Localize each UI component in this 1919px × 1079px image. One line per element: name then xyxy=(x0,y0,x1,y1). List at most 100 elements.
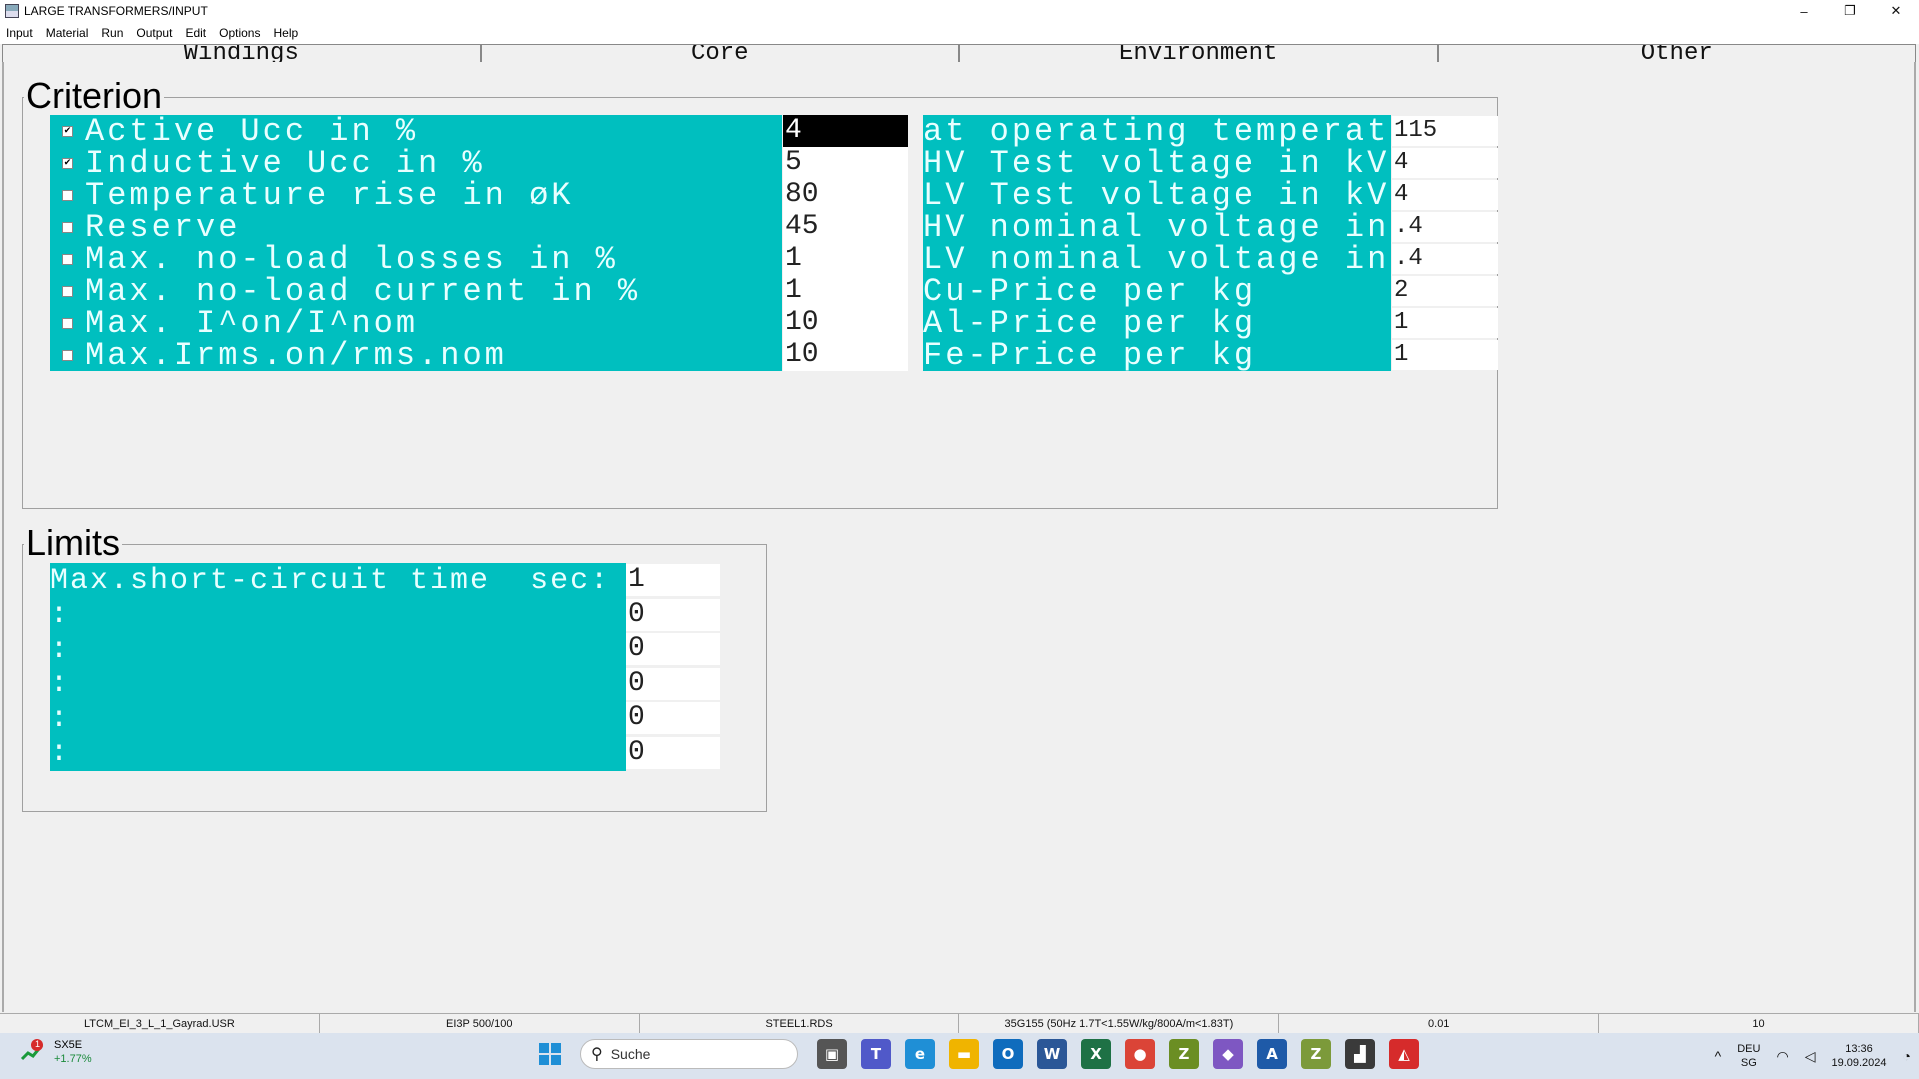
status-core-type: EI3P 500/100 xyxy=(320,1014,640,1033)
taskbar-apps: ⚲ Suche ▣ Te ▬ O W X ● Z ◆ A Z ▟ ◭ xyxy=(528,1039,1426,1069)
stock-widget[interactable]: 1 SX5E +1.77% xyxy=(20,1038,92,1066)
criterion-value-input[interactable]: 45 xyxy=(783,211,908,243)
criterion-value-input[interactable]: 4 xyxy=(783,115,908,147)
z-app-icon[interactable]: Z xyxy=(1169,1039,1199,1069)
limit-label: : xyxy=(50,736,71,770)
edge-icon[interactable]: e xyxy=(905,1039,935,1069)
limit-value-input[interactable]: 1 xyxy=(626,564,720,596)
limit-label: : xyxy=(50,667,71,701)
clock[interactable]: 13:36 19.09.2024 xyxy=(1831,1042,1886,1070)
limit-row: : xyxy=(50,701,626,736)
window-title: LARGE TRANSFORMERS/INPUT xyxy=(24,4,208,18)
clock-time: 13:36 xyxy=(1845,1043,1873,1055)
parameter-value-input[interactable]: 115 xyxy=(1392,116,1498,146)
limit-value-input[interactable]: 0 xyxy=(626,736,720,769)
minimize-button[interactable]: – xyxy=(1781,0,1827,22)
maximize-button[interactable]: ❐ xyxy=(1827,0,1873,22)
limit-value-input[interactable]: 0 xyxy=(626,633,720,665)
limit-label: : xyxy=(50,632,71,667)
parameter-row: Al-Price per kg xyxy=(923,305,1391,342)
criterion-value-input[interactable]: 10 xyxy=(783,307,908,339)
criterion-checkbox[interactable] xyxy=(62,253,73,265)
parameter-value-input[interactable]: 1 xyxy=(1392,308,1498,338)
a-app-icon[interactable]: A xyxy=(1257,1039,1287,1069)
teams-icon[interactable]: T xyxy=(861,1039,891,1069)
menu-options[interactable]: Options xyxy=(219,26,260,40)
criterion-row: Max.Irms.on/rms.nom xyxy=(50,336,782,374)
limit-value-input[interactable]: 0 xyxy=(626,598,720,631)
criterion-checkbox[interactable]: ✔ xyxy=(62,125,73,137)
excel-icon[interactable]: X xyxy=(1081,1039,1111,1069)
criterion-checkbox[interactable] xyxy=(62,189,73,201)
parameter-row: LV Test voltage in kV xyxy=(923,177,1391,214)
criterion-row: Max. no-load current in % xyxy=(50,273,782,310)
title-bar: LARGE TRANSFORMERS/INPUT – ❐ ✕ xyxy=(0,0,1919,22)
z-app-2-icon[interactable]: Z xyxy=(1301,1039,1331,1069)
search-placeholder: Suche xyxy=(610,1046,651,1062)
criterion-row: Temperature rise in øK xyxy=(50,177,782,214)
parameter-value-input[interactable]: 2 xyxy=(1392,276,1498,306)
windows-start-icon[interactable] xyxy=(535,1039,565,1069)
acrobat-icon[interactable]: ◭ xyxy=(1389,1039,1419,1069)
criterion-row: ✔ Active Ucc in % xyxy=(50,113,782,150)
criterion-checkbox[interactable] xyxy=(62,349,73,361)
limit-row: : xyxy=(50,597,626,633)
limit-label: : xyxy=(50,701,71,736)
parameter-value-input[interactable]: 4 xyxy=(1392,148,1498,178)
criterion-checkbox[interactable] xyxy=(62,285,73,297)
transformers-app-icon[interactable]: ▟ xyxy=(1345,1039,1375,1069)
limit-row: : xyxy=(50,735,626,771)
menu-material[interactable]: Material xyxy=(46,26,89,40)
file-explorer-icon[interactable]: ▬ xyxy=(949,1039,979,1069)
menu-input[interactable]: Input xyxy=(6,26,33,40)
limit-row: : xyxy=(50,632,626,667)
limit-value-input[interactable]: 0 xyxy=(626,702,720,734)
outlook-icon[interactable]: O xyxy=(993,1039,1023,1069)
chrome-icon[interactable]: ● xyxy=(1125,1039,1155,1069)
parameter-label: Fe-Price per kg xyxy=(923,336,1257,374)
criterion-checkbox[interactable] xyxy=(62,221,73,233)
criterion-value-input[interactable]: 1 xyxy=(783,243,908,275)
parameter-value-input[interactable]: .4 xyxy=(1392,212,1498,242)
status-user-file: LTCM_EI_3_L_1_Gayrad.USR xyxy=(0,1014,320,1033)
volume-icon[interactable]: ◁ xyxy=(1805,1049,1816,1063)
taskbar-search[interactable]: ⚲ Suche xyxy=(580,1039,798,1069)
wifi-icon[interactable]: ◠ xyxy=(1776,1049,1788,1063)
menu-run[interactable]: Run xyxy=(101,26,123,40)
criterion-title: Criterion xyxy=(24,75,165,116)
parameter-value-input[interactable]: .4 xyxy=(1392,244,1498,274)
criterion-row: ✔ Inductive Ucc in % xyxy=(50,145,782,182)
tab-other[interactable]: Other xyxy=(1437,44,1916,62)
criterion-checkbox[interactable]: ✔ xyxy=(62,157,73,169)
word-icon[interactable]: W xyxy=(1037,1039,1067,1069)
limit-value-input[interactable]: 0 xyxy=(626,667,720,700)
menu-bar: Input Material Run Output Edit Options H… xyxy=(0,22,1919,44)
parameter-value-input[interactable]: 4 xyxy=(1392,180,1498,210)
criterion-value-input[interactable]: 1 xyxy=(783,275,908,307)
status-steel-file: STEEL1.RDS xyxy=(640,1014,960,1033)
menu-help[interactable]: Help xyxy=(273,26,298,40)
main-panel: Criterion ✔ Active Ucc in % 4 ✔ Inductive Uc… xyxy=(2,62,1916,1012)
visual-studio-icon[interactable]: ◆ xyxy=(1213,1039,1243,1069)
lang-layout: SG xyxy=(1740,1057,1757,1069)
criterion-checkbox[interactable] xyxy=(62,317,73,329)
app-icon xyxy=(5,4,19,18)
tab-core[interactable]: Core xyxy=(480,44,959,62)
tab-environment[interactable]: Environment xyxy=(959,44,1438,62)
stock-change: +1.77% xyxy=(54,1053,92,1065)
tab-windings[interactable]: Windings xyxy=(2,44,481,62)
criterion-value-input[interactable]: 10 xyxy=(783,339,908,371)
criterion-label: Max.Irms.on/rms.nom xyxy=(85,336,507,374)
notification-bell-icon[interactable]: ◔ xyxy=(1903,1049,1911,1063)
close-button[interactable]: ✕ xyxy=(1873,0,1919,22)
menu-output[interactable]: Output xyxy=(136,26,172,40)
menu-edit[interactable]: Edit xyxy=(185,26,206,40)
task-view-icon[interactable]: ▣ xyxy=(817,1039,847,1069)
language-indicator[interactable]: DEU SG xyxy=(1737,1042,1760,1070)
status-value-2: 10 xyxy=(1599,1014,1919,1033)
parameter-value-input[interactable]: 1 xyxy=(1392,340,1498,370)
tray-chevron-icon[interactable]: ^ xyxy=(1715,1049,1722,1063)
criterion-value-input[interactable]: 5 xyxy=(783,147,908,179)
system-tray: ^ DEU SG ◠ ◁ 13:36 19.09.2024 ◔ xyxy=(1707,1033,1919,1079)
criterion-value-input[interactable]: 80 xyxy=(783,179,908,211)
